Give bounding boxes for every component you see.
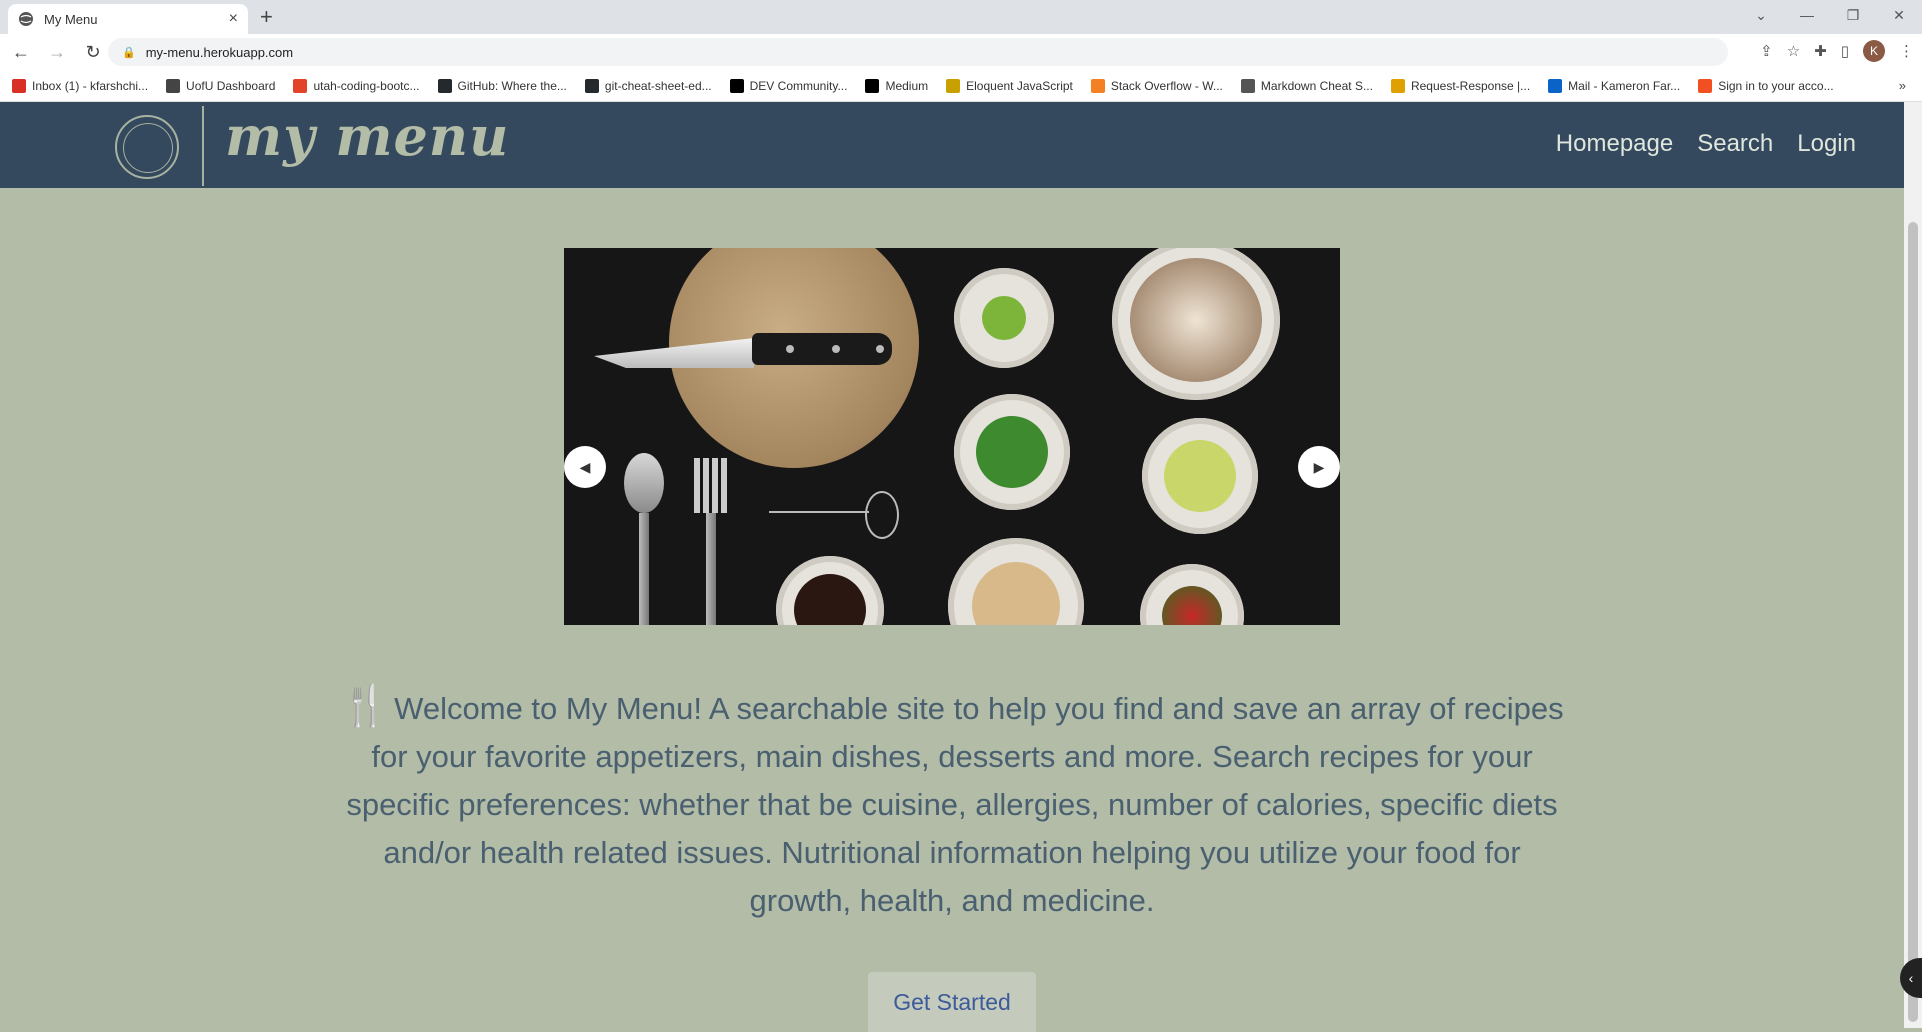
bookmark-label: git-cheat-sheet-ed... [604, 78, 712, 93]
tab-bar: My Menu × + ⌄ — ❐ ✕ [0, 0, 1922, 34]
bookmark-label: GitHub: Where the... [457, 78, 567, 93]
site-logo[interactable]: my menu [225, 104, 509, 168]
toolbar-actions: ⇪ ☆ ✚ ▯ K ⋮ [1760, 40, 1914, 62]
bookmark-label: Request-Response |... [1410, 78, 1531, 93]
bowl-galangal [948, 538, 1084, 625]
nav-homepage[interactable]: Homepage [1556, 130, 1673, 158]
share-icon[interactable]: ⇪ [1760, 42, 1773, 60]
bookmark-item[interactable]: utah-coding-bootc... [293, 78, 420, 93]
lock-icon[interactable]: 🔒 [122, 46, 136, 59]
bookmark-label: DEV Community... [749, 78, 848, 93]
gmail-icon [12, 78, 26, 93]
ejs-icon [946, 78, 961, 93]
bookmark-label: Medium [885, 78, 929, 93]
scrollbar-thumb[interactable] [1908, 222, 1918, 1022]
tab-title: My Menu [44, 11, 98, 27]
outlook-icon [1548, 78, 1563, 93]
carousel-next-button[interactable]: ▶ [1298, 446, 1340, 488]
bookmark-label: Sign in to your acco... [1718, 78, 1834, 93]
stackoverflow-icon [1090, 78, 1105, 93]
bookmark-item[interactable]: Mail - Kameron Far... [1548, 78, 1681, 93]
chevron-right-icon: ▶ [1313, 458, 1325, 475]
bookmark-item[interactable]: GitHub: Where the... [437, 78, 567, 93]
address-bar: ← → ↻ 🔒 my-menu.herokuapp.com ⇪ ☆ ✚ ▯ K … [0, 34, 1922, 70]
medium-icon [865, 78, 880, 93]
minimize-button[interactable]: — [1784, 7, 1830, 23]
main-nav: Homepage Search Login [1556, 130, 1856, 158]
bookmark-label: UofU Dashboard [186, 78, 276, 93]
utensils-icon: 🍴 [340, 684, 391, 728]
chevron-left-icon: ◀ [579, 458, 591, 475]
forward-icon[interactable]: → [42, 42, 72, 63]
site-header: my menu Homepage Search Login [0, 102, 1904, 188]
markdown-icon [1240, 78, 1255, 93]
scrollbar[interactable] [1904, 102, 1922, 1028]
bowl-lime [954, 268, 1054, 368]
window-controls: ⌄ — ❐ ✕ [1738, 0, 1922, 30]
microsoft-icon [1698, 78, 1713, 93]
bookmark-item[interactable]: Markdown Cheat S... [1240, 78, 1373, 93]
bookmark-item[interactable]: Medium [865, 78, 929, 93]
bookmarks-overflow-icon[interactable]: » [1899, 78, 1906, 93]
bookmark-label: Markdown Cheat S... [1260, 78, 1373, 93]
bookmark-item[interactable]: Sign in to your acco... [1698, 78, 1834, 93]
github-icon [584, 78, 599, 93]
bowl-chilies [1140, 564, 1244, 625]
new-tab-button[interactable]: + [260, 6, 273, 28]
nav-login[interactable]: Login [1797, 130, 1856, 158]
nav-search[interactable]: Search [1697, 130, 1773, 158]
bookmark-label: utah-coding-bootc... [313, 78, 420, 93]
bookmark-item[interactable]: Eloquent JavaScript [946, 78, 1073, 93]
globe-icon [166, 78, 181, 93]
fs-icon [1390, 78, 1405, 93]
bookmark-label: Eloquent JavaScript [966, 78, 1073, 93]
bowl-leaves [954, 394, 1070, 510]
bowl-sauce [776, 556, 884, 625]
bookmark-label: Mail - Kameron Far... [1568, 78, 1681, 93]
bookmark-item[interactable]: UofU Dashboard [166, 78, 276, 93]
page-content: my menu Homepage Search Login ◀ ▶ 🍴 Welco… [0, 102, 1904, 1032]
browser-tab[interactable]: My Menu × [8, 4, 248, 34]
github-icon [437, 78, 452, 93]
bookmark-item[interactable]: Request-Response |... [1390, 78, 1531, 93]
url-input[interactable]: 🔒 my-menu.herokuapp.com [108, 38, 1728, 66]
bookmark-item[interactable]: Inbox (1) - kfarshchi... [12, 78, 149, 93]
bowl-lemongrass [1142, 418, 1258, 534]
bookmark-item[interactable]: DEV Community... [729, 78, 848, 93]
profile-avatar[interactable]: K [1863, 40, 1885, 62]
image-carousel: ◀ ▶ [564, 248, 1340, 625]
url-text: my-menu.herokuapp.com [145, 44, 294, 60]
bookmark-item[interactable]: Stack Overflow - W... [1090, 78, 1223, 93]
reload-icon[interactable]: ↻ [78, 42, 108, 63]
bookmark-label: Inbox (1) - kfarshchi... [32, 78, 149, 93]
fork [694, 458, 728, 625]
spoon [624, 453, 664, 625]
bookmark-label: Stack Overflow - W... [1110, 78, 1223, 93]
bookmarks-bar: Inbox (1) - kfarshchi... UofU Dashboard ut… [0, 70, 1922, 102]
tab-search-icon[interactable]: ⌄ [1738, 7, 1784, 24]
back-icon[interactable]: ← [6, 42, 36, 63]
bookmark-item[interactable]: git-cheat-sheet-ed... [584, 78, 712, 93]
globe-icon [19, 12, 33, 26]
scissors [769, 491, 899, 539]
menu-kebab-icon[interactable]: ⋮ [1899, 42, 1914, 60]
intro-paragraph: 🍴 Welcome to My Menu! A searchable site t… [330, 682, 1574, 925]
intro-text: Welcome to My Menu! A searchable site to… [346, 691, 1564, 918]
bowl-mushrooms [1112, 248, 1280, 400]
close-window-button[interactable]: ✕ [1876, 7, 1922, 24]
bookmark-star-icon[interactable]: ☆ [1787, 42, 1800, 60]
logo-divider [202, 106, 204, 186]
carousel-prev-button[interactable]: ◀ [564, 446, 606, 488]
dev-icon [729, 78, 744, 93]
side-panel-icon[interactable]: ▯ [1841, 42, 1849, 60]
restore-button[interactable]: ❐ [1830, 7, 1876, 24]
knife-handle [752, 333, 892, 365]
logo-emblem-icon[interactable] [115, 115, 179, 179]
extensions-icon[interactable]: ✚ [1814, 42, 1827, 60]
get-started-button[interactable]: Get Started [868, 972, 1036, 1032]
gitlab-icon [293, 78, 308, 93]
close-tab-icon[interactable]: × [229, 10, 238, 28]
